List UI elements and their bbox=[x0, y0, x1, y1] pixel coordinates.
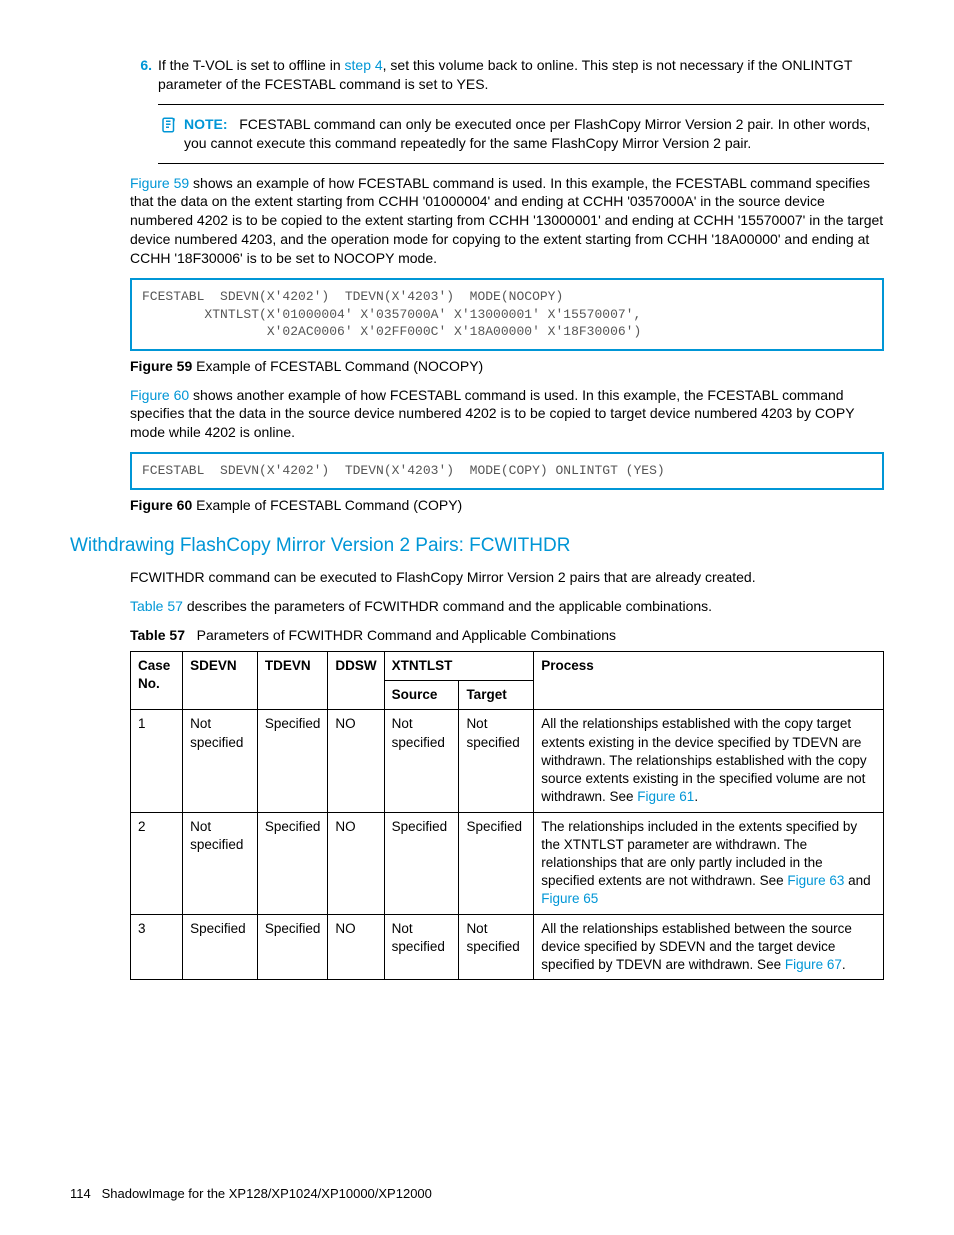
section-p2: Table 57 describes the parameters of FCW… bbox=[130, 597, 884, 616]
table-title-text: Parameters of FCWITHDR Command and Appli… bbox=[197, 627, 616, 643]
paragraph-fig60: Figure 60 shows another example of how F… bbox=[130, 386, 884, 443]
table-cell: Not specified bbox=[183, 812, 258, 914]
table-row: 3SpecifiedSpecifiedNONot specifiedNot sp… bbox=[131, 914, 884, 980]
divider bbox=[158, 104, 884, 105]
table-row: 2Not specifiedSpecifiedNOSpecifiedSpecif… bbox=[131, 812, 884, 914]
page-number: 114 bbox=[70, 1186, 91, 1201]
table-cell: 3 bbox=[131, 914, 183, 980]
table-cell: Not specified bbox=[384, 914, 459, 980]
step-text: If the T-VOL is set to offline in step 4… bbox=[158, 56, 884, 94]
th-process: Process bbox=[534, 651, 884, 709]
para2-text: shows another example of how FCESTABL co… bbox=[130, 387, 854, 441]
th-xtntlst: XTNTLST bbox=[384, 651, 534, 680]
figure-60-caption: Figure 60 Example of FCESTABL Command (C… bbox=[130, 496, 884, 515]
th-case: Case No. bbox=[131, 651, 183, 709]
table-cell: Specified bbox=[183, 914, 258, 980]
link-step4[interactable]: step 4 bbox=[345, 57, 383, 73]
link-figure-67[interactable]: Figure 67 bbox=[785, 957, 842, 972]
table-cell: Specified bbox=[384, 812, 459, 914]
link-table-57[interactable]: Table 57 bbox=[130, 598, 183, 614]
code-block-nocopy: FCESTABL SDEVN(X'4202') TDEVN(X'4203') M… bbox=[130, 278, 884, 351]
table-cell: 2 bbox=[131, 812, 183, 914]
th-sdevn: SDEVN bbox=[183, 651, 258, 709]
code-block-copy: FCESTABL SDEVN(X'4202') TDEVN(X'4203') M… bbox=[130, 452, 884, 490]
table-cell-process: All the relationships established betwee… bbox=[534, 914, 884, 980]
fig59-label: Figure 59 bbox=[130, 358, 192, 374]
paragraph-fig59: Figure 59 shows an example of how FCESTA… bbox=[130, 174, 884, 268]
section-p2-text: describes the parameters of FCWITHDR com… bbox=[183, 598, 712, 614]
fig60-label: Figure 60 bbox=[130, 497, 192, 513]
table-cell-process: All the relationships established with t… bbox=[534, 710, 884, 812]
table-row: 1Not specifiedSpecifiedNONot specifiedNo… bbox=[131, 710, 884, 812]
table-cell: Specified bbox=[459, 812, 534, 914]
table-label: Table 57 bbox=[130, 627, 185, 643]
th-target: Target bbox=[459, 681, 534, 710]
table-cell: Not specified bbox=[183, 710, 258, 812]
table-cell: Not specified bbox=[459, 914, 534, 980]
note-text: FCESTABL command can only be executed on… bbox=[184, 116, 870, 151]
link-figure-61[interactable]: Figure 61 bbox=[637, 789, 694, 804]
table-cell: NO bbox=[328, 710, 384, 812]
th-source: Source bbox=[384, 681, 459, 710]
table-cell: Not specified bbox=[384, 710, 459, 812]
fig59-text: Example of FCESTABL Command (NOCOPY) bbox=[192, 358, 483, 374]
table-cell: Not specified bbox=[459, 710, 534, 812]
note-label: NOTE: bbox=[184, 116, 228, 132]
table-cell: Specified bbox=[257, 914, 328, 980]
link-figure-59[interactable]: Figure 59 bbox=[130, 175, 189, 191]
note-block: NOTE: FCESTABL command can only be execu… bbox=[186, 115, 884, 153]
page-footer: 114 ShadowImage for the XP128/XP1024/XP1… bbox=[70, 1185, 432, 1203]
th-ddsw: DDSW bbox=[328, 651, 384, 709]
table-header-row: Case No. SDEVN TDEVN DDSW XTNTLST Proces… bbox=[131, 651, 884, 680]
table-cell: 1 bbox=[131, 710, 183, 812]
table-cell-process: The relationships included in the extent… bbox=[534, 812, 884, 914]
section-heading-fcwithdr: Withdrawing FlashCopy Mirror Version 2 P… bbox=[70, 533, 884, 559]
step-number: 6. bbox=[130, 56, 152, 94]
divider bbox=[158, 163, 884, 164]
footer-title: ShadowImage for the XP128/XP1024/XP10000… bbox=[102, 1186, 432, 1201]
table-57: Case No. SDEVN TDEVN DDSW XTNTLST Proces… bbox=[130, 651, 884, 980]
section-p1: FCWITHDR command can be executed to Flas… bbox=[130, 568, 884, 587]
step6-text-a: If the T-VOL is set to offline in bbox=[158, 57, 345, 73]
figure-59-caption: Figure 59 Example of FCESTABL Command (N… bbox=[130, 357, 884, 376]
para1-text: shows an example of how FCESTABL command… bbox=[130, 175, 883, 267]
th-tdevn: TDEVN bbox=[257, 651, 328, 709]
note-body: NOTE: FCESTABL command can only be execu… bbox=[184, 115, 884, 153]
link-figure-60[interactable]: Figure 60 bbox=[130, 387, 189, 403]
table-cell: NO bbox=[328, 812, 384, 914]
fig60-text: Example of FCESTABL Command (COPY) bbox=[192, 497, 462, 513]
table-cell: NO bbox=[328, 914, 384, 980]
table-57-title: Table 57 Parameters of FCWITHDR Command … bbox=[130, 626, 884, 645]
step-6: 6. If the T-VOL is set to offline in ste… bbox=[130, 56, 884, 94]
link-figure-65[interactable]: Figure 65 bbox=[541, 891, 598, 906]
note-icon bbox=[160, 115, 178, 153]
link-figure-63[interactable]: Figure 63 bbox=[787, 873, 844, 888]
table-cell: Specified bbox=[257, 812, 328, 914]
table-cell: Specified bbox=[257, 710, 328, 812]
